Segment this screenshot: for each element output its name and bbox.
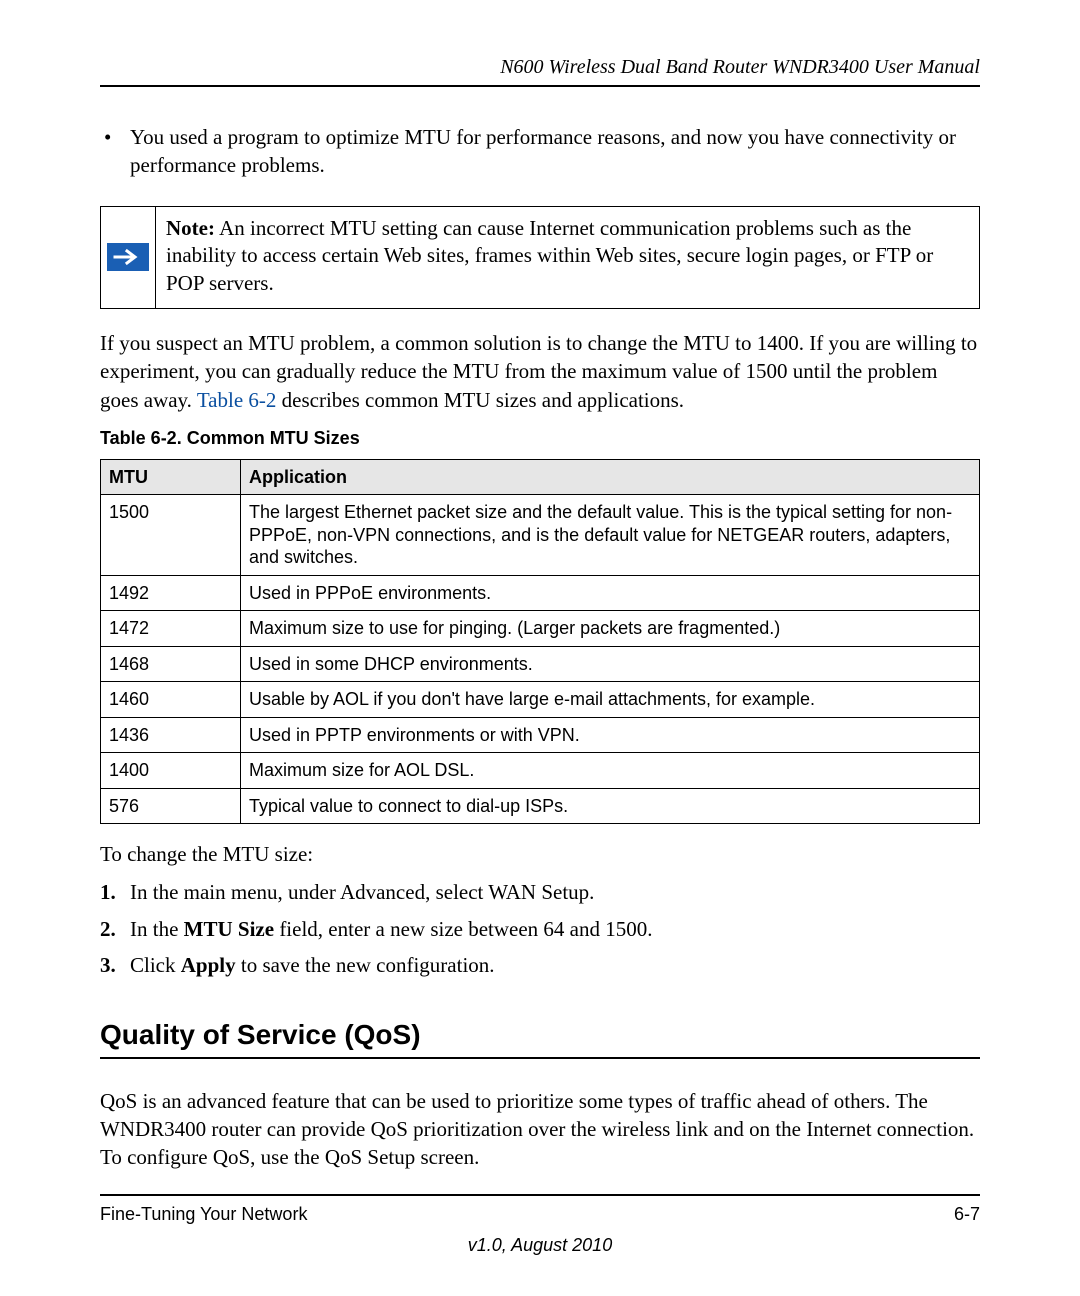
cell-app: The largest Ethernet packet size and the… — [241, 495, 980, 576]
cell-mtu: 1460 — [101, 682, 241, 718]
arrow-right-icon — [107, 243, 149, 271]
table-row: 1472 Maximum size to use for pinging. (L… — [101, 611, 980, 647]
steps-intro: To change the MTU size: — [100, 842, 980, 867]
qos-paragraph: QoS is an advanced feature that can be u… — [100, 1087, 980, 1172]
mtu-paragraph: If you suspect an MTU problem, a common … — [100, 329, 980, 414]
step-bold: Apply — [181, 953, 236, 977]
step-text-a: In the — [130, 917, 184, 941]
table-row: 1492 Used in PPPoE environments. — [101, 575, 980, 611]
bullet-list: You used a program to optimize MTU for p… — [130, 123, 980, 180]
note-label: Note: — [166, 216, 215, 240]
step-bold: MTU Size — [184, 917, 274, 941]
footer-page-number: 6-7 — [954, 1204, 980, 1225]
note-icon-cell — [101, 207, 156, 308]
step-item: In the MTU Size field, enter a new size … — [100, 914, 980, 944]
footer-rule — [100, 1194, 980, 1196]
footer-version: v1.0, August 2010 — [100, 1235, 980, 1256]
para-text-b: describes common MTU sizes and applicati… — [276, 388, 684, 412]
col-header-app: Application — [241, 459, 980, 495]
table-row: 1400 Maximum size for AOL DSL. — [101, 753, 980, 789]
manual-title: N600 Wireless Dual Band Router WNDR3400 … — [500, 56, 980, 78]
step-item: In the main menu, under Advanced, select… — [100, 877, 980, 907]
cell-mtu: 1436 — [101, 717, 241, 753]
footer-chapter: Fine-Tuning Your Network — [100, 1204, 307, 1225]
cell-app: Maximum size for AOL DSL. — [241, 753, 980, 789]
table-row: 1468 Used in some DHCP environments. — [101, 646, 980, 682]
cell-app: Used in PPTP environments or with VPN. — [241, 717, 980, 753]
note-box: Note: An incorrect MTU setting can cause… — [100, 206, 980, 309]
cell-mtu: 1500 — [101, 495, 241, 576]
cell-app: Used in some DHCP environments. — [241, 646, 980, 682]
note-body: An incorrect MTU setting can cause Inter… — [166, 216, 933, 295]
cell-app: Used in PPPoE environments. — [241, 575, 980, 611]
table-row: 1500 The largest Ethernet packet size an… — [101, 495, 980, 576]
section-heading-qos: Quality of Service (QoS) — [100, 1019, 980, 1059]
cell-mtu: 1400 — [101, 753, 241, 789]
cell-mtu: 1468 — [101, 646, 241, 682]
bullet-item: You used a program to optimize MTU for p… — [130, 123, 980, 180]
page-header: N600 Wireless Dual Band Router WNDR3400 … — [100, 56, 980, 87]
cell-mtu: 1492 — [101, 575, 241, 611]
step-text: In the main menu, under Advanced, select… — [130, 880, 594, 904]
cell-app: Usable by AOL if you don't have large e-… — [241, 682, 980, 718]
table-row: 576 Typical value to connect to dial-up … — [101, 788, 980, 824]
step-text-c: to save the new configuration. — [236, 953, 495, 977]
table-caption: Table 6-2. Common MTU Sizes — [100, 428, 980, 449]
page-footer: Fine-Tuning Your Network 6-7 v1.0, Augus… — [100, 1194, 980, 1256]
table-row: 1460 Usable by AOL if you don't have lar… — [101, 682, 980, 718]
cell-mtu: 576 — [101, 788, 241, 824]
note-text-cell: Note: An incorrect MTU setting can cause… — [156, 207, 979, 308]
steps-list: In the main menu, under Advanced, select… — [100, 877, 980, 980]
table-link[interactable]: Table 6-2 — [197, 388, 277, 412]
cell-mtu: 1472 — [101, 611, 241, 647]
step-item: Click Apply to save the new configuratio… — [100, 950, 980, 980]
step-text-c: field, enter a new size between 64 and 1… — [274, 917, 652, 941]
table-row: 1436 Used in PPTP environments or with V… — [101, 717, 980, 753]
cell-app: Typical value to connect to dial-up ISPs… — [241, 788, 980, 824]
bullet-text: You used a program to optimize MTU for p… — [130, 125, 956, 177]
mtu-table: MTU Application 1500 The largest Etherne… — [100, 459, 980, 825]
table-header-row: MTU Application — [101, 459, 980, 495]
col-header-mtu: MTU — [101, 459, 241, 495]
cell-app: Maximum size to use for pinging. (Larger… — [241, 611, 980, 647]
step-text-a: Click — [130, 953, 181, 977]
